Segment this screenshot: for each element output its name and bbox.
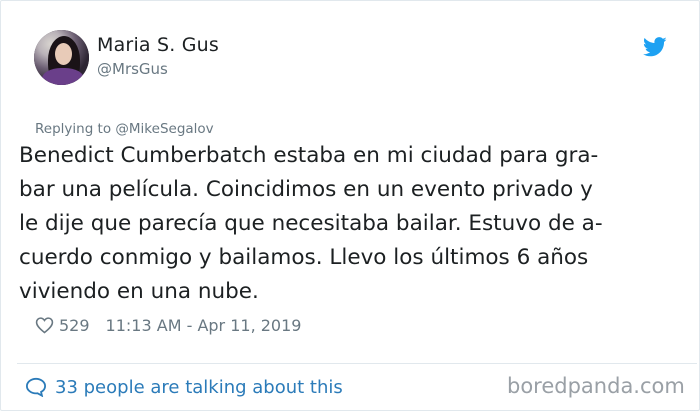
divider: [17, 363, 697, 364]
tweet-line: le dije que parecía que necesitaba baila…: [19, 211, 603, 236]
tweet-line: bar una película. Coincidimos en un even…: [19, 177, 593, 202]
like-count[interactable]: 529: [59, 316, 90, 335]
avatar-shirt: [42, 68, 84, 85]
tweet-meta: 529 11:13 AM - Apr 11, 2019: [35, 313, 301, 337]
tweet-timestamp[interactable]: 11:13 AM - Apr 11, 2019: [106, 316, 302, 335]
conversation-link[interactable]: 33 people are talking about this: [25, 375, 343, 399]
avatar[interactable]: [34, 30, 89, 85]
tweet-line: Benedict Cumberbatch estaba en mi ciudad…: [19, 143, 599, 168]
author-handle[interactable]: @MrsGus: [97, 60, 168, 78]
conversation-label: 33 people are talking about this: [55, 376, 343, 398]
tweet-line: viviendo en una nube.: [19, 279, 259, 304]
tweet-line: cuerdo conmigo y bailamos. Llevo los últ…: [19, 245, 589, 270]
tweet-card: Maria S. Gus @MrsGus Replying to @MikeSe…: [0, 0, 700, 411]
tweet-text: Benedict Cumberbatch estaba en mi ciudad…: [19, 139, 689, 309]
replying-to[interactable]: Replying to @MikeSegalov: [35, 121, 214, 137]
watermark: boredpanda.com: [507, 374, 685, 398]
heart-icon[interactable]: [35, 316, 54, 334]
twitter-bird-icon[interactable]: [643, 37, 667, 57]
speech-bubble-icon: [25, 377, 47, 397]
author-name[interactable]: Maria S. Gus: [97, 34, 219, 56]
avatar-face: [55, 43, 72, 65]
